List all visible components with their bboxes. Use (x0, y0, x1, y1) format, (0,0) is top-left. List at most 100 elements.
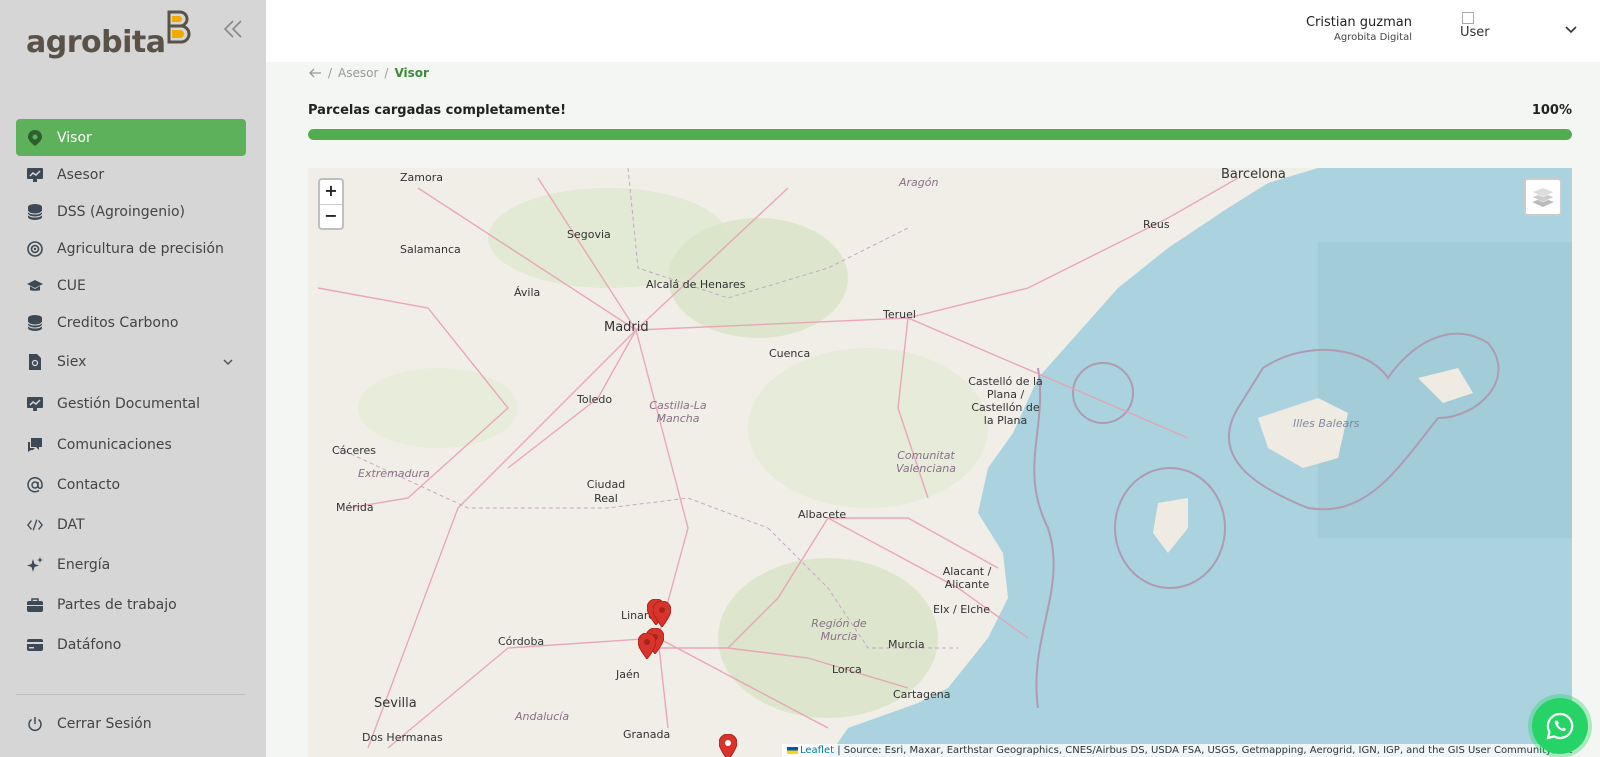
sidebar-item-label: Partes de trabajo (57, 597, 177, 613)
chevron-down-icon (223, 359, 233, 366)
sidebar-item-partes-trabajo[interactable]: Partes de trabajo (16, 585, 246, 625)
sidebar-item-label: Datáfono (57, 637, 122, 653)
parcel-marker[interactable] (638, 633, 656, 659)
map-viewer[interactable]: Zamora Barcelona Salamanca Segovia Reus … (308, 168, 1572, 757)
city-label: Lorca (832, 663, 862, 676)
sidebar-item-label: Visor (57, 129, 92, 146)
sidebar-nav: Visor Asesor DSS (Agroingenio) Agricultu… (16, 119, 246, 665)
progress-bar (308, 129, 1572, 140)
city-label: Alcalá de Henares (646, 278, 746, 291)
parcel-marker[interactable] (719, 734, 737, 757)
sidebar-item-gestion-documental[interactable]: Gestión Documental (16, 383, 246, 425)
chat-icon (27, 437, 43, 453)
code-icon (27, 517, 43, 533)
chart-board-icon (27, 396, 43, 412)
ukraine-flag-icon (787, 746, 798, 754)
region-label: Andalucía (515, 710, 570, 723)
sidebar-item-label: CUE (57, 277, 86, 294)
power-icon (27, 716, 43, 732)
region-label: Comunitat Valenciana (896, 449, 956, 475)
whatsapp-button[interactable] (1532, 698, 1588, 754)
map-pin-icon (27, 129, 43, 146)
sidebar-item-comunicaciones[interactable]: Comunicaciones (16, 425, 246, 465)
logout-button[interactable]: Cerrar Sesión (16, 705, 246, 742)
region-label: Extremadura (358, 467, 430, 480)
sidebar-item-agricultura-precision[interactable]: Agricultura de precisión (16, 230, 246, 267)
sidebar-divider (16, 694, 246, 695)
graduation-cap-icon (27, 278, 43, 294)
city-label: Alacant / Alicante (942, 565, 992, 591)
sidebar-item-asesor[interactable]: Asesor (16, 156, 246, 193)
chart-board-icon (27, 167, 43, 183)
user-organization: Agrobita Digital (1334, 32, 1412, 43)
logout-section: Cerrar Sesión (16, 705, 246, 742)
zoom-out-button[interactable]: − (320, 204, 342, 228)
city-label: Toledo (577, 393, 613, 406)
layers-button[interactable] (1524, 178, 1562, 216)
city-label: Mérida (336, 501, 374, 514)
document-icon (27, 354, 43, 370)
city-label: Jaén (616, 668, 640, 681)
sidebar-item-label: Comunicaciones (57, 437, 172, 453)
progress-percent: 100% (1531, 103, 1572, 118)
sidebar-item-siex[interactable]: Siex (16, 341, 246, 383)
collapse-sidebar-icon[interactable] (222, 18, 244, 40)
user-menu-chevron-icon[interactable] (1564, 22, 1578, 36)
top-header: Cristian guzman Agrobita Digital User (266, 0, 1600, 62)
breadcrumb-separator: / (328, 66, 333, 80)
target-icon (27, 240, 43, 257)
briefcase-icon (27, 597, 43, 613)
city-label: Madrid (604, 320, 649, 335)
region-label: Región de Murcia (811, 617, 867, 643)
parcel-marker[interactable] (653, 601, 671, 627)
city-label: Zamora (400, 171, 443, 184)
database-icon (27, 314, 43, 331)
sidebar-item-label: Creditos Carbono (57, 314, 179, 331)
region-label: Castilla-La Mancha (649, 399, 707, 425)
sidebar-item-cue[interactable]: CUE (16, 267, 246, 304)
breadcrumb-parent[interactable]: Asesor (338, 66, 378, 80)
city-label: Cáceres (332, 444, 377, 457)
sidebar-item-label: Agricultura de precisión (57, 240, 224, 257)
city-label: Sevilla (374, 696, 417, 711)
city-label: Teruel (883, 308, 916, 321)
zoom-controls: + − (318, 178, 344, 230)
city-label: Elx / Elche (933, 603, 991, 616)
region-label: Illes Balears (1293, 417, 1360, 430)
sidebar-item-label: Energía (57, 557, 111, 573)
city-label: Dos Hermanas (362, 731, 443, 744)
database-icon (27, 203, 43, 220)
breadcrumb-separator: / (384, 66, 389, 80)
sidebar-item-label: Asesor (57, 166, 105, 183)
sparkle-icon (27, 557, 43, 573)
city-label: Albacete (798, 508, 847, 521)
back-arrow-icon[interactable] (308, 66, 322, 80)
city-label: Granada (623, 728, 671, 741)
sidebar-item-energia[interactable]: Energía (16, 545, 246, 585)
sidebar-item-creditos-carbono[interactable]: Creditos Carbono (16, 304, 246, 341)
at-icon (27, 477, 43, 493)
progress-bar-fill (308, 129, 1572, 140)
progress-label: Parcelas cargadas completamente! (308, 103, 567, 118)
agrobita-logo[interactable]: agrobita (26, 10, 192, 60)
sidebar-item-label: DAT (57, 517, 85, 533)
city-label: Barcelona (1221, 168, 1286, 182)
city-label: Reus (1143, 218, 1170, 231)
city-label: Segovia (567, 228, 611, 241)
sidebar-item-dat[interactable]: DAT (16, 505, 246, 545)
sidebar-item-dss[interactable]: DSS (Agroingenio) (16, 193, 246, 230)
sidebar-item-label: DSS (Agroingenio) (57, 203, 185, 220)
leaflet-link[interactable]: Leaflet (800, 745, 834, 756)
logo-mark-icon (167, 10, 191, 44)
map-attribution: Leaflet | Source: Esri, Maxar, Earthstar… (782, 744, 1572, 757)
logout-label: Cerrar Sesión (57, 715, 152, 732)
sidebar-item-contacto[interactable]: Contacto (16, 465, 246, 505)
sidebar-item-visor[interactable]: Visor (16, 119, 246, 156)
sidebar-item-datafono[interactable]: Datáfono (16, 625, 246, 665)
region-label: Aragón (899, 176, 939, 189)
avatar[interactable]: User (1460, 12, 1500, 42)
breadcrumb: / Asesor / Visor (308, 66, 429, 80)
logo-text: agrobita (26, 25, 166, 60)
zoom-in-button[interactable]: + (320, 180, 342, 204)
city-label: Ávila (514, 286, 541, 299)
